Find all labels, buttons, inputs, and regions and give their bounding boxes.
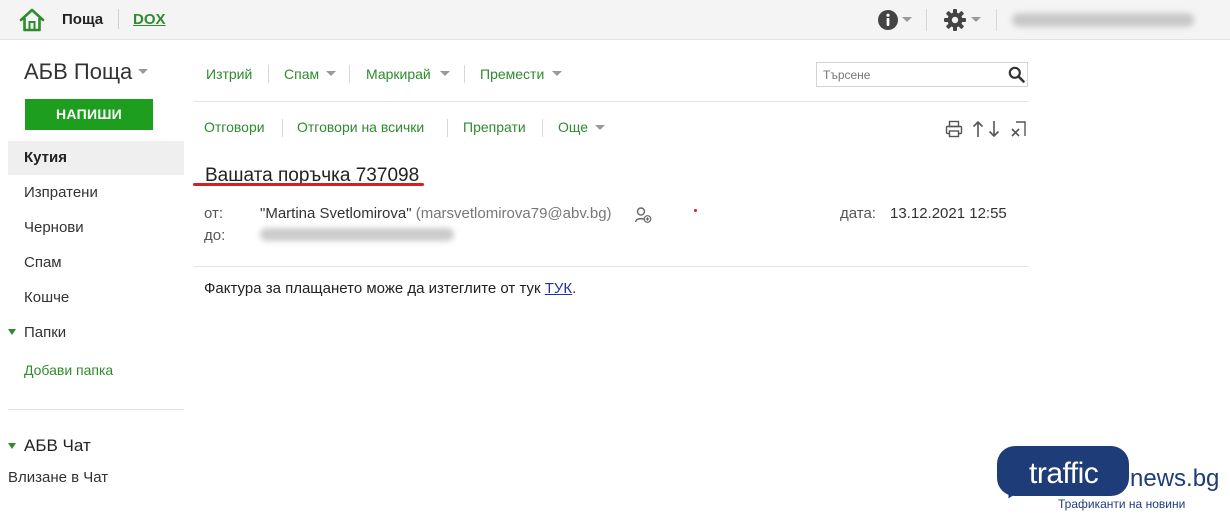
info-icon[interactable] [877,9,899,31]
gear-caret-icon[interactable] [971,17,981,22]
watermark-tagline: Трафиканти на новини [1058,497,1186,511]
toolbar-separator [464,65,465,83]
from-label: от: [204,205,224,222]
add-folder-link[interactable]: Добави папка [24,362,113,378]
forward-button[interactable]: Препрати [463,119,526,135]
top-nav-mail[interactable]: Поща [62,11,103,28]
to-label: до: [204,227,226,244]
sidebar-item-sent[interactable]: Изпратени [8,176,184,210]
triangle-down-icon [8,442,16,449]
watermark-traffic: traffic [1029,457,1099,490]
more-caret-icon[interactable] [595,125,605,130]
gear-icon[interactable] [943,8,967,32]
triangle-down-icon [8,329,16,336]
message-body: Фактура за плащането може да изтеглите о… [204,280,576,297]
sender: "Martina Svetlomirova" (marsvetlomirova7… [260,205,612,222]
sidebar-item-inbox[interactable]: Кутия [8,141,184,175]
search-input[interactable] [816,62,1028,87]
body-text: Фактура за плащането може да изтеглите о… [204,280,545,297]
message-divider [194,266,1028,267]
home-icon[interactable] [18,6,46,34]
spam-caret-icon[interactable] [326,71,336,76]
print-icon[interactable] [945,120,963,138]
chat-login-link[interactable]: Влизане в Чат [8,469,108,486]
sidebar-folders-toggle[interactable]: Папки [8,324,66,341]
folders-label: Папки [24,324,67,341]
sidebar-item-drafts[interactable]: Чернови [8,211,184,245]
arrow-down-icon[interactable] [988,120,1000,138]
delete-button[interactable]: Изтрий [206,66,252,82]
toolbar-separator [447,119,448,137]
top-separator [118,9,119,29]
chat-label: АБВ Чат [24,436,91,455]
user-account-blurred[interactable] [1012,13,1194,27]
sender-email: (marsvetlomirova79@abv.bg) [415,205,612,222]
mark-caret-icon[interactable] [440,71,450,76]
compose-button[interactable]: НАПИШИ [25,99,153,130]
top-separator [926,9,927,31]
toolbar-separator [268,65,269,83]
date-label: дата: [840,205,876,222]
info-caret-icon[interactable] [902,17,912,22]
add-contact-icon[interactable] [634,206,652,224]
body-link[interactable]: ТУК [545,280,572,297]
spam-button[interactable]: Спам [284,66,319,82]
arrow-up-icon[interactable] [972,120,984,138]
move-caret-icon[interactable] [552,71,562,76]
toolbar-separator [349,65,350,83]
brand-caret-icon[interactable] [138,69,148,74]
date-value: 13.12.2021 12:55 [890,205,1007,222]
search-icon[interactable] [1008,66,1025,83]
close-pane-icon[interactable] [1009,120,1027,138]
reply-button[interactable]: Отговори [204,119,265,135]
top-bar: Поща DOX [0,0,1230,40]
toolbar-separator [542,119,543,137]
sidebar-item-trash[interactable]: Кошче [8,281,184,315]
sidebar-item-spam[interactable]: Спам [8,246,184,280]
watermark-news: news.bg [1130,465,1220,492]
toolbar-separator [282,119,283,137]
red-dot-mark [694,209,697,212]
top-nav-dox[interactable]: DOX [133,11,166,28]
move-button[interactable]: Премести [480,66,544,82]
subject-highlight-underline [193,183,424,186]
brand-title[interactable]: АБВ Поща [24,59,132,85]
sender-name: "Martina Svetlomirova" [260,205,412,222]
sidebar-divider [8,409,184,410]
sidebar-chat-toggle[interactable]: АБВ Чат [8,436,91,456]
mark-button[interactable]: Маркирай [366,66,431,82]
body-end: . [572,280,577,297]
top-separator [996,9,997,31]
more-button[interactable]: Още [558,119,588,135]
recipient-email-blurred [260,228,454,241]
reply-all-button[interactable]: Отговори на всички [297,119,424,135]
